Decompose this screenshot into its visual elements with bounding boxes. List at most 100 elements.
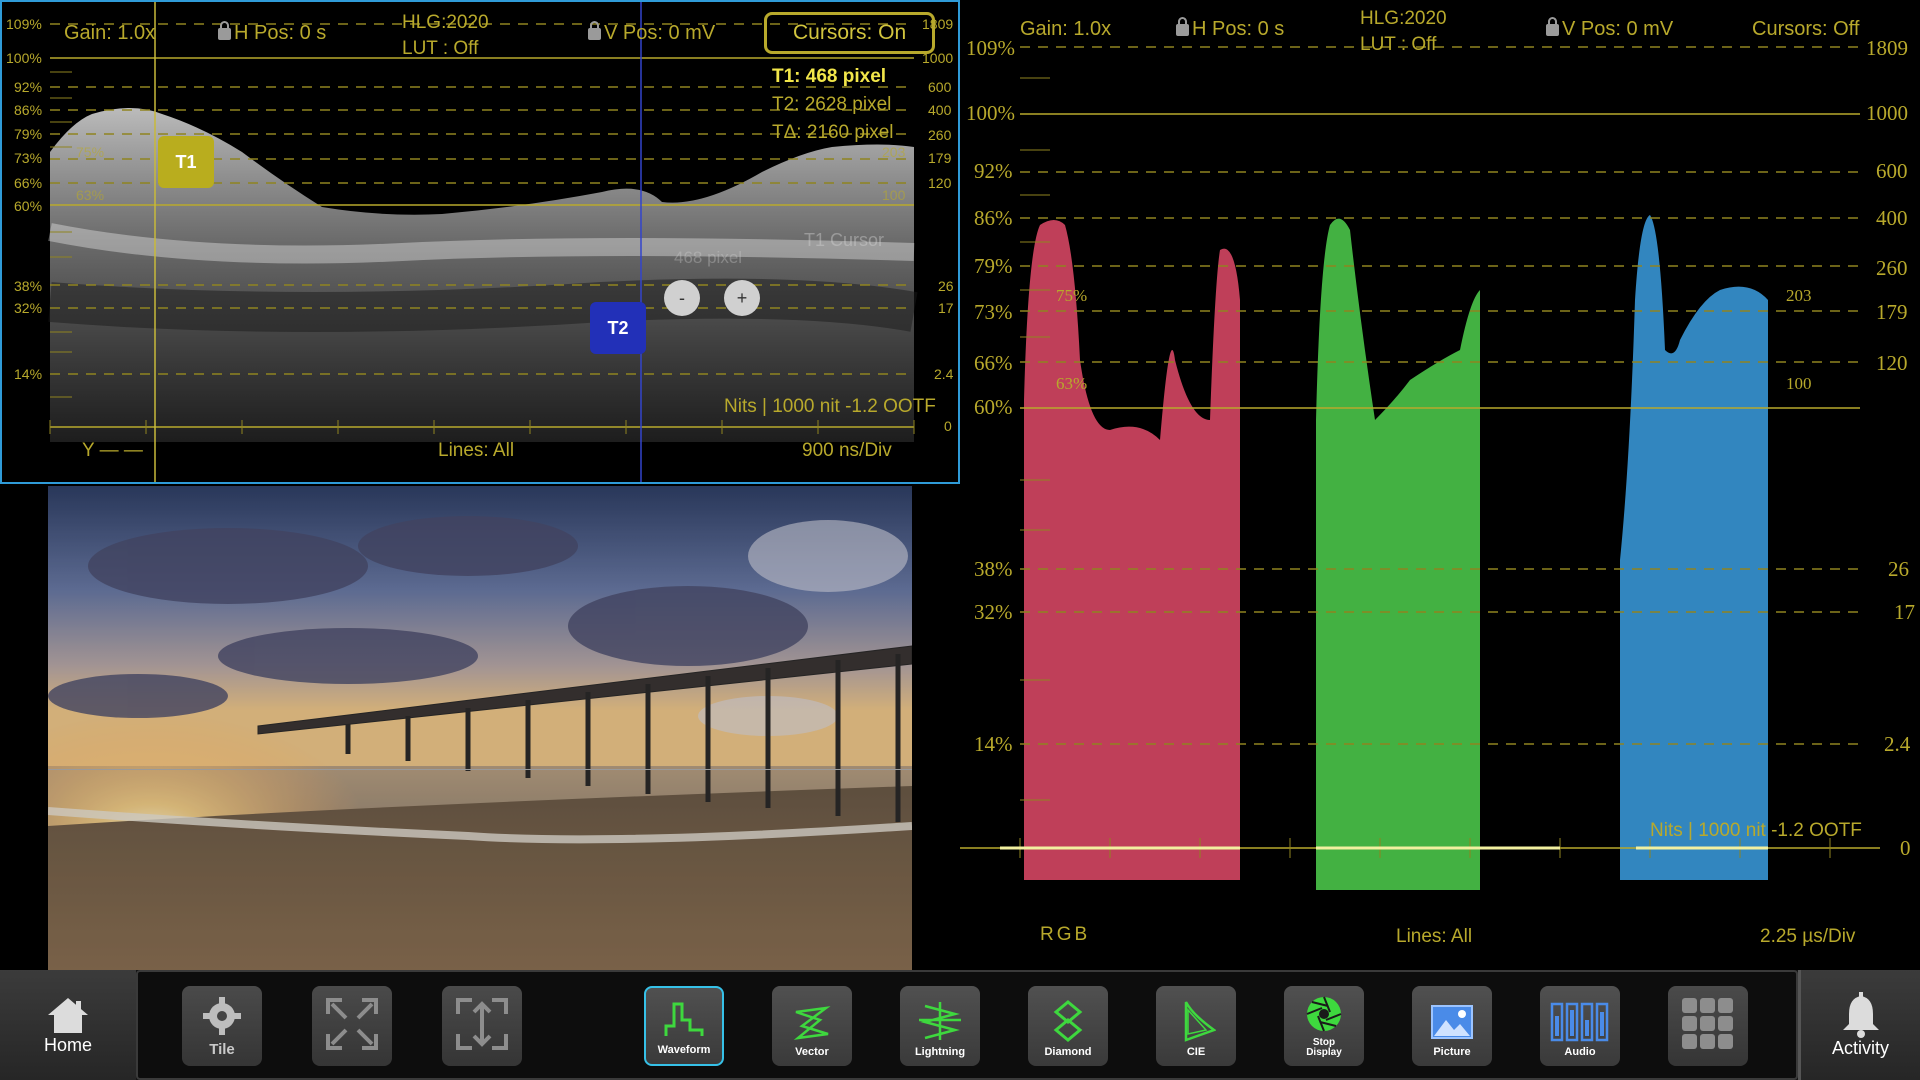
picture-button[interactable]: Picture [1412,986,1492,1066]
red-trace [1024,220,1240,880]
cursor-increment-button[interactable]: + [724,280,760,316]
t1-readout: T1: 468 pixel [772,66,887,87]
h-pos-readout[interactable]: H Pos: 0 s [1176,17,1284,41]
vector-icon [793,1006,831,1040]
audio-button[interactable]: Audio [1540,986,1620,1066]
cursor-decrement-button[interactable]: - [664,280,700,316]
line-select-marker[interactable] [48,769,912,770]
scale-left-100: 100% [6,50,42,66]
scale-left-66: 66% [14,175,43,191]
activity-button[interactable]: Activity [1798,970,1920,1080]
tool-strip: Tile Waveform Vector Lightning Diamond C… [136,970,1798,1080]
t2-readout: T2: 2628 pixel [772,94,892,115]
scale-left-73: 73% [974,300,1013,324]
scale-left-60: 60% [974,395,1013,419]
bottom-toolbar: Home Tile Waveform Vector Lightning Diam… [0,970,1920,1080]
scale-right-260: 260 [928,127,952,143]
scale-right-120: 120 [1876,351,1908,375]
scale-left-14: 14% [14,366,43,382]
rgb-waveform-panel[interactable]: 109% 100% 92% 86% 79% 73% 66% 60% 38% 32… [960,0,1920,970]
scale-right-600: 600 [1876,159,1908,183]
audio-meter-icon [1550,1002,1609,1042]
lines-readout: Lines: All [438,440,515,461]
ref-100-label: 100 [882,187,906,203]
home-button[interactable]: Home [0,970,136,1080]
channel-readout: RGB [1040,924,1091,945]
ref-100-label: 100 [1786,374,1812,393]
ref-75-label: 75% [1056,286,1088,305]
scale-right-179: 179 [928,150,952,166]
scale-left-32: 32% [974,600,1013,624]
ref-203-label: 203 [882,144,906,160]
luma-waveform-panel[interactable]: 109% 100% 92% 86% 79% 73% 66% 60% 38% 32… [0,0,960,484]
nits-note: Nits | 1000 nit -1.2 OOTF [724,396,936,417]
scale-left-38: 38% [974,557,1013,581]
lock-icon [1176,17,1189,36]
diamond-icon [1053,1000,1083,1042]
scale-right-17: 17 [938,300,954,316]
lock-icon [218,21,231,40]
scale-left-60: 60% [14,198,43,214]
scale-right-26: 26 [938,278,954,294]
colorspace-readout: HLG:2020 [1360,8,1447,29]
ref-63-label: 63% [1056,374,1088,393]
beach-pier-picture [48,486,912,970]
v-pos-readout[interactable]: V Pos: 0 mV [1546,17,1673,41]
colorspace-readout: HLG:2020 [402,12,489,33]
home-icon [48,997,88,1033]
scale-right-400: 400 [928,102,952,118]
grid-icon [1682,998,1733,1049]
scale-left-73: 73% [14,150,43,166]
lock-icon [1546,17,1559,36]
gain-readout: Gain: 1.0x [1020,18,1112,40]
expand-vertical-button[interactable] [442,986,522,1066]
green-trace [1316,218,1480,891]
scale-left-14: 14% [974,732,1013,756]
timebase-readout: 2.25 µs/Div [1760,926,1856,947]
scale-left-109: 109% [966,36,1015,60]
gear-icon [203,997,241,1035]
scale-left-38: 38% [14,278,43,294]
fullscreen-button[interactable] [312,986,392,1066]
ref-63-label: 63% [76,187,105,203]
scale-left-92: 92% [14,79,43,95]
scale-left-32: 32% [14,300,43,316]
waveform-button[interactable]: Waveform [644,986,724,1066]
scale-right-600: 600 [928,79,952,95]
scale-left-92: 92% [974,159,1013,183]
scale-left-109: 109% [6,16,42,32]
vector-button[interactable]: Vector [772,986,852,1066]
apps-grid-button[interactable] [1668,986,1748,1066]
lightning-button[interactable]: Lightning [900,986,980,1066]
scale-left-100: 100% [966,101,1015,125]
waveform-icon [664,1002,704,1036]
scale-right-0: 0 [944,418,952,434]
cie-button[interactable]: CIE [1156,986,1236,1066]
t2-cursor-handle[interactable]: T2 [590,302,646,354]
picture-panel[interactable] [48,486,912,970]
lock-icon [588,21,601,40]
scale-left-79: 79% [14,126,43,142]
tile-button[interactable]: Tile [182,986,262,1066]
lines-readout: Lines: All [1396,926,1473,947]
lut-readout: LUT : Off [1360,34,1437,55]
stop-display-button[interactable]: Stop Display [1284,986,1364,1066]
scale-left-86: 86% [14,102,43,118]
h-pos-readout[interactable]: H Pos: 0 s [218,21,326,45]
scale-right-17: 17 [1894,600,1915,624]
expand-icon [326,998,378,1050]
scale-right-400: 400 [1876,206,1908,230]
t1-cursor-handle[interactable]: T1 [158,136,214,188]
scale-right-2.4: 2.4 [934,366,954,382]
scale-right-120: 120 [928,175,952,191]
cursors-toggle[interactable]: Cursors: Off [1752,18,1859,41]
bell-icon [1842,991,1879,1038]
diamond-button[interactable]: Diamond [1028,986,1108,1066]
aperture-icon [1306,996,1342,1032]
lightning-icon [919,1002,961,1040]
expand-vertical-icon [456,998,508,1050]
timebase-readout: 900 ns/Div [802,440,892,461]
scale-right-0: 0 [1900,836,1911,860]
cursors-toggle[interactable]: Cursors: On [764,12,936,54]
v-pos-readout[interactable]: V Pos: 0 mV [588,21,715,45]
